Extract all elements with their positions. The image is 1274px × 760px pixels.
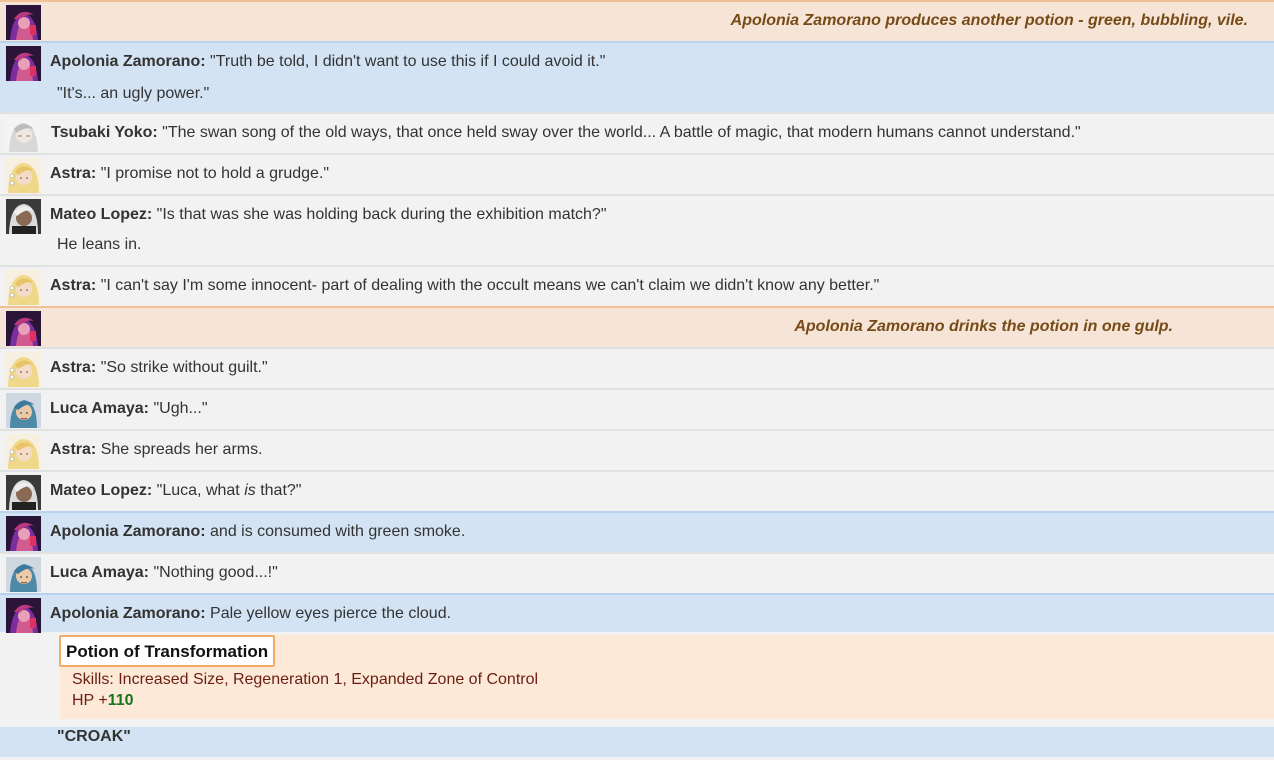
- message-text: "The swan song of the old ways, that onc…: [162, 124, 1081, 141]
- speaker-name[interactable]: Apolonia Zamorano: [50, 523, 200, 540]
- chat-message: Astra: "I can't say I'm some innocent- p…: [0, 265, 1274, 306]
- apolonia-avatar[interactable]: [6, 598, 41, 633]
- item-skills: Skills: Increased Size, Regeneration 1, …: [72, 671, 539, 688]
- chat-message: Astra: "So strike without guilt.": [0, 347, 1274, 388]
- chat-message: Apolonia Zamorano: "Truth be told, I did…: [0, 41, 1274, 112]
- item-card: Potion of Transformation Skills: Increas…: [59, 635, 1274, 719]
- luca-avatar[interactable]: [6, 557, 41, 592]
- mateo-avatar[interactable]: [6, 475, 41, 510]
- speaker-name[interactable]: Mateo Lopez: [50, 206, 147, 223]
- chat-message: Astra: "I promise not to hold a grudge.": [0, 153, 1274, 194]
- chat-message-emote: Apolonia Zamorano produces another potio…: [0, 0, 1274, 41]
- item-card-title[interactable]: Potion of Transformation: [59, 635, 276, 667]
- speaker-name[interactable]: Luca Amaya: [50, 564, 144, 581]
- chat-message-emote: Apolonia Zamorano drinks the potion in o…: [0, 306, 1274, 347]
- apolonia-avatar[interactable]: [6, 311, 41, 346]
- luca-avatar[interactable]: [6, 393, 41, 428]
- chat-message: Mateo Lopez: "Is that was she was holdin…: [0, 194, 1274, 265]
- message-text: "Is that was she was holding back during…: [156, 206, 607, 223]
- chat-message: Mateo Lopez: "Luca, what is that?": [0, 470, 1274, 511]
- apolonia-avatar[interactable]: [6, 5, 41, 40]
- chat-log: Apolonia Zamorano produces another potio…: [0, 0, 1274, 632]
- chat-message: Luca Amaya: "Ugh...": [0, 388, 1274, 429]
- message-continuation: He leans in.: [57, 236, 142, 253]
- emote-text: Apolonia Zamorano produces another potio…: [730, 12, 1248, 29]
- speaker-name[interactable]: Astra: [50, 359, 91, 376]
- item-hp: HP +110: [72, 692, 134, 709]
- final-message-text: "CROAK": [0, 727, 1274, 757]
- astra-avatar[interactable]: [6, 158, 41, 193]
- message-text: Pale yellow eyes pierce the cloud.: [210, 605, 452, 622]
- speaker-name[interactable]: Mateo Lopez: [50, 482, 147, 499]
- message-text: "So strike without guilt.": [100, 359, 268, 376]
- item-card-container: Potion of Transformation Skills: Increas…: [0, 635, 1274, 727]
- chat-message: Luca Amaya: "Nothing good...!": [0, 552, 1274, 593]
- speaker-name[interactable]: Apolonia Zamorano: [50, 53, 200, 70]
- message-text: "Luca, what is that?": [156, 482, 302, 499]
- speaker-name[interactable]: Apolonia Zamorano: [50, 605, 200, 622]
- message-text: "I can't say I'm some innocent- part of …: [100, 277, 880, 294]
- item-hp-value: 110: [107, 692, 134, 709]
- astra-avatar[interactable]: [6, 270, 41, 305]
- message-text: She spreads her arms.: [100, 441, 263, 458]
- tsubaki-avatar[interactable]: [6, 117, 41, 152]
- astra-avatar[interactable]: [6, 434, 41, 469]
- message-text: and is consumed with green smoke.: [210, 523, 466, 540]
- astra-avatar[interactable]: [6, 352, 41, 387]
- message-continuation: "It's... an ugly power.": [57, 85, 210, 102]
- apolonia-avatar[interactable]: [6, 46, 41, 81]
- speaker-name[interactable]: Astra: [50, 165, 91, 182]
- apolonia-avatar[interactable]: [6, 516, 41, 551]
- message-text: "Nothing good...!": [153, 564, 278, 581]
- speaker-name[interactable]: Astra: [50, 441, 91, 458]
- emote-text: Apolonia Zamorano drinks the potion in o…: [794, 318, 1173, 335]
- chat-message: Astra: She spreads her arms.: [0, 429, 1274, 470]
- message-text: "Ugh...": [153, 400, 208, 417]
- mateo-avatar[interactable]: [6, 199, 41, 234]
- speaker-name[interactable]: Astra: [50, 277, 91, 294]
- speaker-name[interactable]: Luca Amaya: [50, 400, 144, 417]
- chat-message: Apolonia Zamorano: and is consumed with …: [0, 511, 1274, 552]
- speaker-name[interactable]: Tsubaki Yoko: [51, 124, 152, 141]
- chat-message: Tsubaki Yoko: "The swan song of the old …: [0, 112, 1274, 153]
- message-text: "I promise not to hold a grudge.": [100, 165, 330, 182]
- message-text: "Truth be told, I didn't want to use thi…: [210, 53, 606, 70]
- chat-message: Apolonia Zamorano: Pale yellow eyes pier…: [0, 593, 1274, 632]
